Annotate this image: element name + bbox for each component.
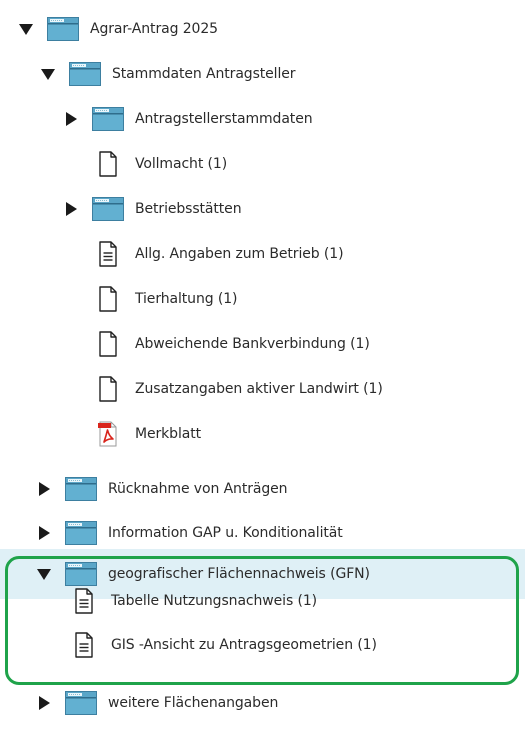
folder-icon [46,16,80,42]
tree-node-label: Rücknahme von Anträgen [108,481,288,497]
folder-icon [91,106,125,132]
blank-document-icon [91,331,125,357]
blank-document-icon [91,376,125,402]
tree-node-betriebsstaetten[interactable]: Betriebsstätten [0,194,525,224]
tree-node-allg-angaben[interactable]: Allg. Angaben zum Betrieb (1) [0,239,525,269]
text-document-icon [91,241,125,267]
tree-node-label: Merkblatt [135,426,201,442]
tree-node-label: Information GAP u. Konditionalität [108,525,343,541]
tree-node-label: Allg. Angaben zum Betrieb (1) [135,246,344,262]
tree-node-label: weitere Flächenangaben [108,695,279,711]
highlight-annotation-box [5,556,519,685]
folder-icon [64,476,98,502]
tree-node-label: Agrar-Antrag 2025 [90,21,218,37]
expand-arrow-right-icon[interactable] [63,201,79,217]
tree-node-merkblatt[interactable]: Merkblatt [0,419,525,449]
blank-document-icon [91,286,125,312]
tree-node-label: Zusatzangaben aktiver Landwirt (1) [135,381,383,397]
folder-icon [68,61,102,87]
tree-node-tierhaltung[interactable]: Tierhaltung (1) [0,284,525,314]
tree-node-label: Abweichende Bankverbindung (1) [135,336,370,352]
tree-node-bankverbindung[interactable]: Abweichende Bankverbindung (1) [0,329,525,359]
tree-node-ruecknahme[interactable]: Rücknahme von Anträgen [0,474,525,504]
expand-arrow-right-icon[interactable] [36,695,52,711]
expand-arrow-right-icon[interactable] [63,111,79,127]
folder-icon [64,690,98,716]
tree-node-antragstellerstammdaten[interactable]: Antragstellerstammdaten [0,104,525,134]
tree-node-label: Vollmacht (1) [135,156,228,172]
expand-arrow-right-icon[interactable] [36,481,52,497]
folder-icon [91,196,125,222]
blank-document-icon [91,151,125,177]
tree-node-agrar-antrag[interactable]: Agrar-Antrag 2025 [0,14,525,44]
tree-node-zusatzangaben[interactable]: Zusatzangaben aktiver Landwirt (1) [0,374,525,404]
tree-node-label: Betriebsstätten [135,201,242,217]
expand-arrow-down-icon[interactable] [18,21,34,37]
tree-node-vollmacht[interactable]: Vollmacht (1) [0,149,525,179]
folder-icon [64,520,98,546]
expand-arrow-down-icon[interactable] [40,66,56,82]
tree-node-label: Stammdaten Antragsteller [112,66,296,82]
tree-node-label: Antragstellerstammdaten [135,111,313,127]
tree-node-weitere-flaechenangaben[interactable]: weitere Flächenangaben [0,688,525,718]
pdf-icon [91,421,125,447]
expand-arrow-right-icon[interactable] [36,525,52,541]
tree-node-information-gap[interactable]: Information GAP u. Konditionalität [0,518,525,548]
tree-node-stammdaten[interactable]: Stammdaten Antragsteller [0,59,525,89]
tree-node-label: Tierhaltung (1) [135,291,238,307]
